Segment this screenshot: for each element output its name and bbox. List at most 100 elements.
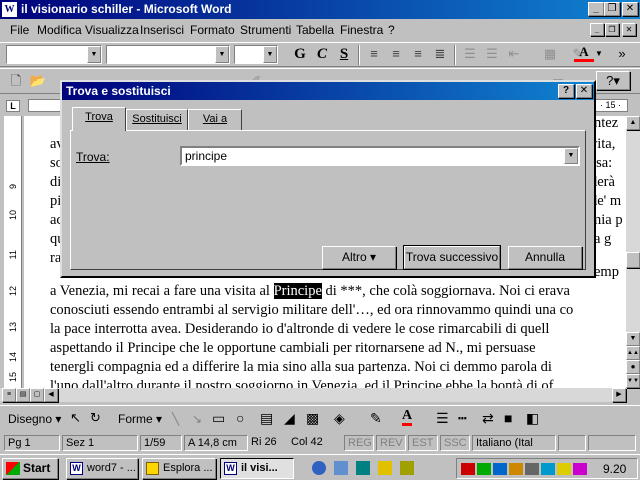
underline-button[interactable]: S [334, 44, 354, 64]
task-button-word7[interactable]: W word7 - ... [66, 458, 138, 479]
doc-close-button[interactable]: ✕ [622, 23, 636, 36]
dialog-titlebar[interactable]: Trova e sostituisci ? ✕ [62, 82, 594, 100]
previous-page-icon[interactable]: ▲▲ [626, 346, 640, 360]
open-folder-icon[interactable]: 📂 [28, 71, 48, 91]
bullet-list-icon[interactable]: ☰ [482, 44, 502, 64]
tab-sostituisci[interactable]: Sostituisci [126, 109, 188, 130]
dialog-close-button[interactable]: ✕ [576, 84, 592, 98]
scroll-right-icon[interactable]: ▶ [612, 388, 626, 402]
tray-icon[interactable] [509, 463, 523, 475]
more-buttons-icon[interactable]: » [612, 44, 632, 64]
window-titlebar[interactable]: W il visionario schiller - Microsoft Wor… [0, 0, 640, 19]
font-size-combo[interactable]: ▼ [234, 45, 278, 64]
tray-icon[interactable] [477, 463, 491, 475]
textbox-icon[interactable]: ▤ [260, 410, 273, 427]
chevron-down-icon[interactable]: ▼ [594, 44, 604, 64]
font-color-icon[interactable]: A [402, 409, 413, 426]
align-left-icon[interactable]: ≡ [364, 44, 384, 64]
find-next-button[interactable]: Trova successivo [403, 245, 501, 270]
font-color-icon[interactable]: A [574, 43, 594, 62]
select-objects-icon[interactable]: ↖ [70, 410, 81, 426]
tab-vai-a[interactable]: Vai a [188, 109, 242, 130]
tray-icon[interactable] [493, 463, 507, 475]
close-button[interactable]: ✕ [622, 2, 638, 16]
menu-strumenti[interactable]: Strumenti [240, 23, 291, 37]
scroll-left-icon[interactable]: ◀ [44, 388, 58, 402]
menu-finestra[interactable]: Finestra [340, 23, 383, 37]
clock[interactable]: 9.20 [603, 462, 626, 476]
page-view-icon[interactable]: ▢ [30, 388, 44, 402]
rectangle-icon[interactable]: ▭ [212, 410, 225, 427]
find-input[interactable]: principe ▼ [180, 146, 580, 166]
wordart-icon[interactable]: ◢ [284, 410, 295, 427]
fill-color-icon[interactable]: ◈ [334, 410, 345, 427]
doc-minimize-button[interactable]: _ [590, 23, 604, 36]
new-document-icon[interactable]: 🗋 [6, 71, 26, 91]
align-center-icon[interactable]: ≡ [386, 44, 406, 64]
desktop-icon[interactable] [356, 461, 370, 475]
maximize-button[interactable]: ❐ [604, 2, 620, 16]
arrow-style-icon[interactable]: ⇄ [482, 410, 494, 427]
vertical-scrollbar[interactable]: ▲ ▼ ▲▲ ● ▼▼ [626, 116, 640, 388]
draw-menu-button[interactable]: Disegno ▾ [8, 412, 61, 426]
tray-icon[interactable] [461, 463, 475, 475]
doc-restore-button[interactable]: ❐ [605, 23, 619, 36]
line-color-icon[interactable]: ✎ [370, 410, 382, 427]
start-button[interactable]: Start [2, 458, 58, 479]
italic-button[interactable]: C [312, 44, 332, 64]
dialog-help-button[interactable]: ? [558, 84, 574, 98]
line-style-icon[interactable]: ☰ [436, 410, 449, 427]
autoshapes-button[interactable]: Forme ▾ [118, 412, 162, 426]
font-combo[interactable]: ▼ [106, 45, 230, 64]
task-button-visionario[interactable]: W il visi... [220, 458, 294, 479]
3d-icon[interactable]: ◧ [526, 410, 539, 427]
oval-icon[interactable]: ○ [236, 410, 244, 426]
horizontal-scrollbar[interactable]: ≡ ▤ ▢ ◀ ▶ [0, 388, 626, 402]
status-ext[interactable]: EST [408, 435, 438, 451]
status-rec[interactable]: REG [344, 435, 374, 451]
channels-icon[interactable] [378, 461, 392, 475]
bold-button[interactable]: G [290, 44, 310, 64]
status-ovr[interactable]: SSC [440, 435, 470, 451]
menu-help[interactable]: ? [388, 23, 395, 37]
browse-object-icon[interactable]: ● [626, 360, 640, 374]
normal-view-icon[interactable]: ≡ [2, 388, 16, 402]
rotate-icon[interactable]: ↻ [90, 410, 101, 426]
chevron-down-icon[interactable]: ▼ [564, 148, 578, 164]
scroll-thumb[interactable] [626, 252, 640, 268]
vertical-ruler[interactable]: 9 10 11 12 13 14 15 [4, 116, 22, 388]
justify-icon[interactable]: ≣ [430, 44, 450, 64]
tray-icon[interactable] [525, 463, 539, 475]
border-icon[interactable]: ▦ [540, 44, 560, 64]
task-button-esplora[interactable]: Esplora ... [142, 458, 216, 479]
align-right-icon[interactable]: ≡ [408, 44, 428, 64]
arrow-icon[interactable]: ↘ [192, 412, 202, 426]
numbered-list-icon[interactable]: ☰ [460, 44, 480, 64]
menu-visualizza[interactable]: Visualizza [85, 23, 139, 37]
tab-trova[interactable]: Trova [72, 107, 126, 131]
chevron-down-icon[interactable]: ▼ [215, 46, 229, 63]
tray-icon[interactable] [573, 463, 587, 475]
outlook-icon[interactable] [334, 461, 348, 475]
scroll-up-icon[interactable]: ▲ [626, 116, 640, 130]
menu-modifica[interactable]: Modifica [37, 23, 82, 37]
word-app-icon[interactable]: W [2, 2, 17, 17]
more-button[interactable]: Altro ▾ [322, 246, 396, 269]
menu-formato[interactable]: Formato [190, 23, 235, 37]
office-assistant-icon[interactable]: ?▾ [596, 71, 630, 90]
internet-explorer-icon[interactable] [312, 461, 326, 475]
dash-style-icon[interactable]: ┅ [458, 410, 466, 427]
menu-tabella[interactable]: Tabella [296, 23, 334, 37]
style-combo[interactable]: ▼ [6, 45, 102, 64]
menu-file[interactable]: File [10, 23, 29, 37]
next-page-icon[interactable]: ▼▼ [626, 374, 640, 388]
tray-icon[interactable] [557, 463, 571, 475]
tab-selector-icon[interactable]: L [6, 100, 20, 112]
quicklaunch-icon[interactable] [400, 461, 414, 475]
chevron-down-icon[interactable]: ▼ [263, 46, 277, 63]
web-view-icon[interactable]: ▤ [16, 388, 30, 402]
status-trk[interactable]: REV [376, 435, 406, 451]
minimize-button[interactable]: _ [588, 2, 604, 16]
scroll-down-icon[interactable]: ▼ [626, 332, 640, 346]
clipart-icon[interactable]: ▩ [306, 410, 319, 427]
